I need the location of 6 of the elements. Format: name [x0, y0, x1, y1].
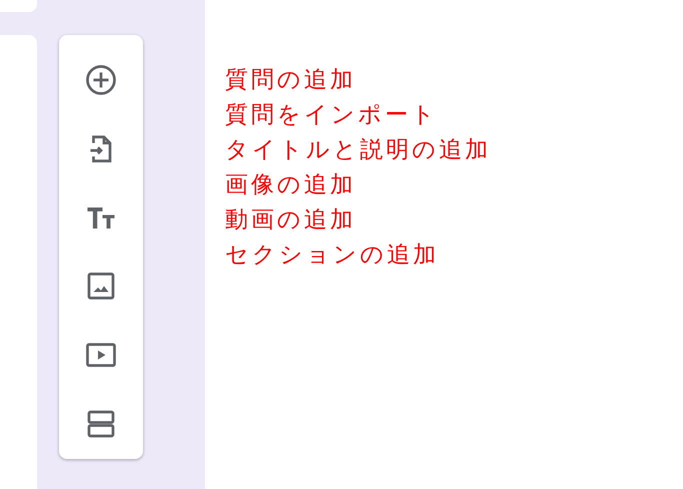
- annotation-label: 質問をインポート: [225, 104, 438, 127]
- annotation-label: 画像の追加: [225, 174, 356, 197]
- annotation-label: タイトルと説明の追加: [225, 139, 491, 162]
- annotation-label: 質問の追加: [225, 69, 356, 92]
- annotation-label: セクションの追加: [225, 244, 439, 267]
- annotation-label: 動画の追加: [225, 209, 356, 232]
